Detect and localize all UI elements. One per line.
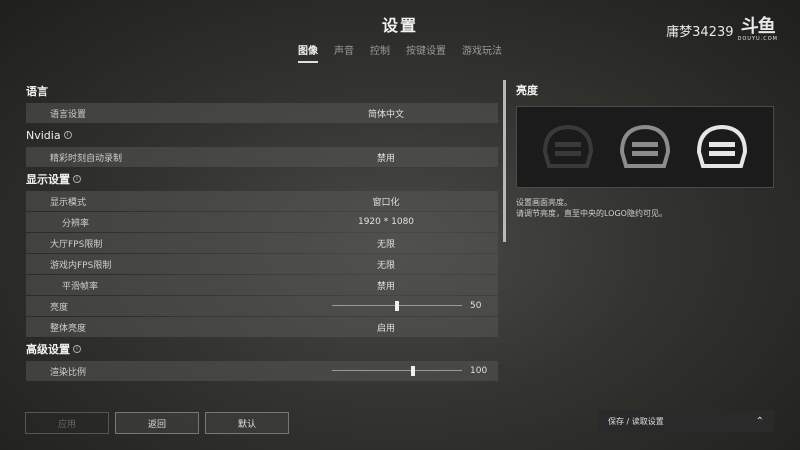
render-scale-slider[interactable] <box>332 370 462 371</box>
default-button[interactable]: 默认 <box>205 412 289 434</box>
setting-value[interactable]: 1920 * 1080 <box>326 217 446 227</box>
settings-tabs: 图像 声音 控制 按键设置 游戏玩法 <box>0 42 800 63</box>
stream-watermark: 庸梦34239 斗鱼 DOUYU.COM <box>666 16 778 43</box>
tab-keybindings[interactable]: 按键设置 <box>406 42 446 63</box>
setting-language[interactable]: 语言设置 简体中文 <box>26 103 498 123</box>
setting-value[interactable]: 窗口化 <box>326 195 446 208</box>
tab-control[interactable]: 控制 <box>370 42 390 63</box>
brightness-slider-thumb[interactable] <box>395 301 399 311</box>
setting-value[interactable]: 简体中文 <box>326 107 446 120</box>
helmet-bright-icon <box>697 124 748 168</box>
info-icon[interactable]: i <box>63 131 72 139</box>
tab-sound[interactable]: 声音 <box>334 42 354 63</box>
setting-brightness[interactable]: 亮度 50 <box>26 296 498 316</box>
info-icon[interactable]: i <box>73 345 81 353</box>
setting-ingame-fps[interactable]: 游戏内FPS限制 无限 <box>26 254 498 274</box>
setting-label: 大厅FPS限制 <box>50 239 103 250</box>
setting-value[interactable]: 禁用 <box>326 279 446 292</box>
setting-smooth-framerate[interactable]: 平滑帧率 禁用 <box>26 275 498 295</box>
setting-label: 精彩时刻自动录制 <box>50 153 123 164</box>
section-language: 语言 <box>26 85 48 98</box>
setting-value[interactable]: 无限 <box>326 237 446 250</box>
setting-label: 平滑帧率 <box>62 281 99 292</box>
setting-highlights[interactable]: 精彩时刻自动录制 禁用 <box>26 147 498 167</box>
setting-label: 游戏内FPS限制 <box>50 260 112 271</box>
settings-list[interactable]: 语言 语言设置 简体中文 Nvidia i 精彩时刻自动录制 禁用 显示设置 i 显… <box>24 80 502 384</box>
tab-gameplay[interactable]: 游戏玩法 <box>462 42 502 63</box>
setting-display-mode[interactable]: 显示模式 窗口化 <box>26 191 498 211</box>
setting-label: 语言设置 <box>50 109 87 120</box>
setting-label: 渲染比例 <box>50 367 87 378</box>
brightness-preview <box>516 106 774 188</box>
preview-description: 设置画面亮度。 请调节亮度，直至中央的LOGO隐约可见。 <box>516 198 667 218</box>
back-button[interactable]: 返回 <box>115 412 199 434</box>
helmet-medium-icon <box>619 124 670 168</box>
preview-title: 亮度 <box>516 84 538 97</box>
info-icon[interactable]: i <box>73 175 81 183</box>
section-display: 显示设置 i <box>24 168 502 190</box>
setting-label: 分辨率 <box>62 218 90 229</box>
section-advanced: 高级设置 i <box>24 338 502 360</box>
save-load-settings-button[interactable]: 保存 / 读取设置 ⌃ <box>598 410 774 432</box>
setting-value[interactable]: 无限 <box>326 258 446 271</box>
setting-label: 整体亮度 <box>50 323 87 334</box>
render-scale-value: 100 <box>470 366 488 376</box>
setting-render-scale[interactable]: 渲染比例 100 <box>26 361 498 381</box>
setting-value[interactable]: 启用 <box>326 321 446 334</box>
setting-value[interactable]: 禁用 <box>326 151 446 164</box>
section-nvidia: Nvidia i <box>24 124 502 146</box>
setting-label: 显示模式 <box>50 197 87 208</box>
brightness-value: 50 <box>470 301 482 311</box>
apply-button[interactable]: 应用 <box>25 412 109 434</box>
tab-graphics[interactable]: 图像 <box>298 42 318 63</box>
setting-resolution[interactable]: 分辨率 1920 * 1080 <box>26 212 498 232</box>
settings-scrollbar[interactable] <box>503 80 506 242</box>
save-load-label: 保存 / 读取设置 <box>608 416 664 426</box>
setting-label: 亮度 <box>50 302 69 313</box>
room-id: 庸梦34239 <box>666 24 734 40</box>
setting-lobby-fps[interactable]: 大厅FPS限制 无限 <box>26 233 498 253</box>
render-scale-slider-thumb[interactable] <box>410 366 415 376</box>
chevron-up-icon: ⌃ <box>755 415 764 427</box>
setting-overall-brightness[interactable]: 整体亮度 启用 <box>26 317 498 337</box>
helmet-dark-icon <box>542 124 593 168</box>
douyu-logo: 斗鱼 DOUYU.COM <box>737 16 778 43</box>
